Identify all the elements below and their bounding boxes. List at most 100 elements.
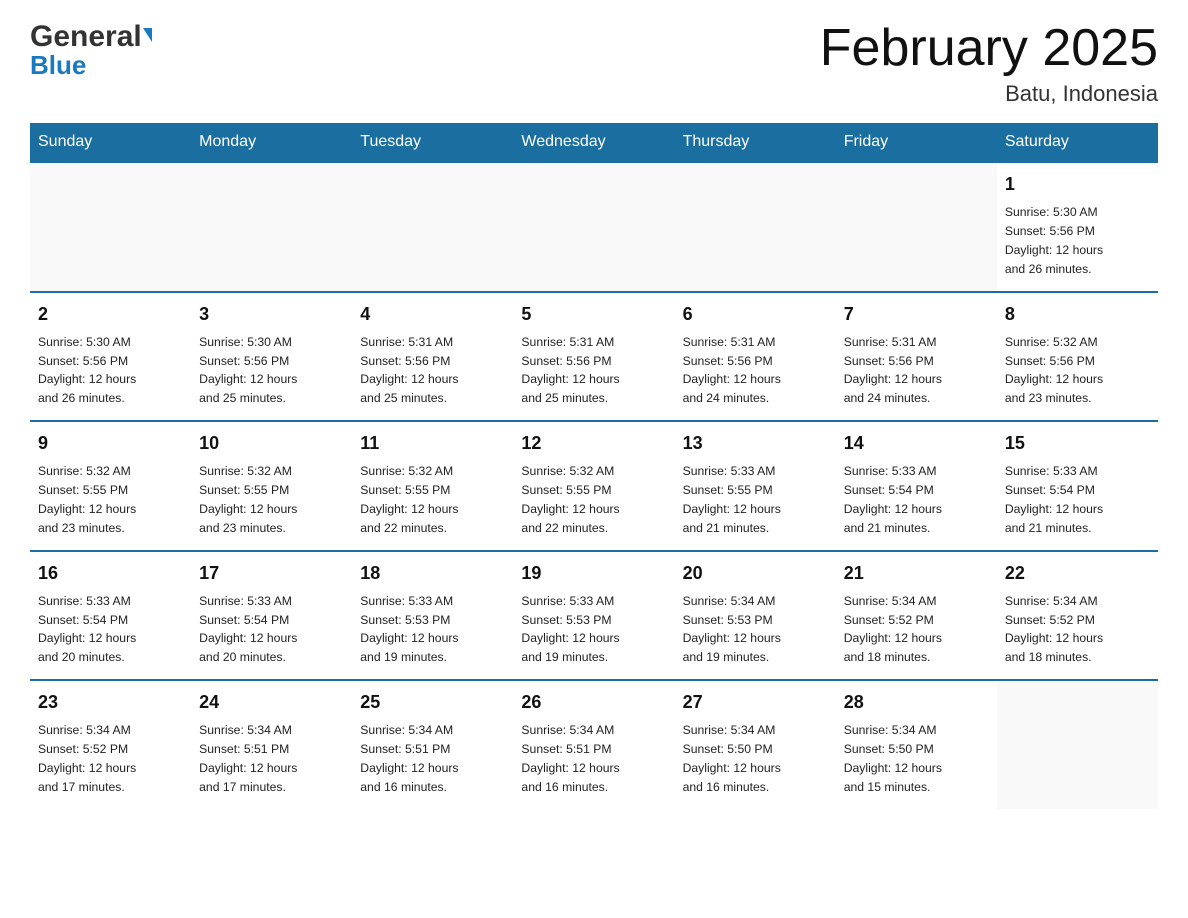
logo-blue-text: Blue <box>30 50 86 81</box>
day-number: 20 <box>683 560 828 588</box>
day-info: Sunrise: 5:34 AM Sunset: 5:52 PM Dayligh… <box>844 592 989 668</box>
calendar-cell: 7 Sunrise: 5:31 AM Sunset: 5:56 PM Daylig… <box>836 292 997 422</box>
calendar-cell: 20 Sunrise: 5:34 AM Sunset: 5:53 PM Dayli… <box>675 551 836 681</box>
calendar-cell: 24 Sunrise: 5:34 AM Sunset: 5:51 PM Dayli… <box>191 680 352 809</box>
day-number: 8 <box>1005 301 1150 329</box>
calendar-cell: 21 Sunrise: 5:34 AM Sunset: 5:52 PM Dayli… <box>836 551 997 681</box>
day-number: 17 <box>199 560 344 588</box>
day-info: Sunrise: 5:32 AM Sunset: 5:55 PM Dayligh… <box>38 462 183 538</box>
calendar-cell: 12 Sunrise: 5:32 AM Sunset: 5:55 PM Dayli… <box>513 421 674 551</box>
calendar-cell: 18Sunrise: 5:33 AM Sunset: 5:53 PM Dayli… <box>352 551 513 681</box>
day-number: 27 <box>683 689 828 717</box>
calendar-cell: 19Sunrise: 5:33 AM Sunset: 5:53 PM Dayli… <box>513 551 674 681</box>
calendar-cell: 16Sunrise: 5:33 AM Sunset: 5:54 PM Dayli… <box>30 551 191 681</box>
calendar-week-row: 1 Sunrise: 5:30 AM Sunset: 5:56 PM Daylig… <box>30 162 1158 292</box>
day-number: 28 <box>844 689 989 717</box>
calendar-week-row: 23 Sunrise: 5:34 AM Sunset: 5:52 PM Dayli… <box>30 680 1158 809</box>
day-info: Sunrise: 5:30 AM Sunset: 5:56 PM Dayligh… <box>199 333 344 409</box>
calendar-cell: 25 Sunrise: 5:34 AM Sunset: 5:51 PM Dayli… <box>352 680 513 809</box>
day-info: Sunrise: 5:33 AM Sunset: 5:54 PM Dayligh… <box>199 592 344 668</box>
day-info: Sunrise: 5:34 AM Sunset: 5:52 PM Dayligh… <box>38 721 183 797</box>
location-text: Batu, Indonesia <box>820 81 1158 107</box>
day-info: Sunrise: 5:30 AM Sunset: 5:56 PM Dayligh… <box>38 333 183 409</box>
day-info: Sunrise: 5:32 AM Sunset: 5:55 PM Dayligh… <box>521 462 666 538</box>
calendar-week-row: 9Sunrise: 5:32 AM Sunset: 5:55 PM Daylig… <box>30 421 1158 551</box>
calendar-cell <box>836 162 997 292</box>
calendar-cell <box>997 680 1158 809</box>
day-number: 21 <box>844 560 989 588</box>
day-info: Sunrise: 5:32 AM Sunset: 5:56 PM Dayligh… <box>1005 333 1150 409</box>
calendar-cell <box>30 162 191 292</box>
calendar-cell: 17 Sunrise: 5:33 AM Sunset: 5:54 PM Dayli… <box>191 551 352 681</box>
day-number: 15 <box>1005 430 1150 458</box>
day-info: Sunrise: 5:33 AM Sunset: 5:54 PM Dayligh… <box>844 462 989 538</box>
day-number: 22 <box>1005 560 1150 588</box>
calendar-cell: 5Sunrise: 5:31 AM Sunset: 5:56 PM Daylig… <box>513 292 674 422</box>
day-number: 7 <box>844 301 989 329</box>
day-number: 19 <box>521 560 666 588</box>
calendar-cell: 14 Sunrise: 5:33 AM Sunset: 5:54 PM Dayli… <box>836 421 997 551</box>
calendar-cell: 8 Sunrise: 5:32 AM Sunset: 5:56 PM Daylig… <box>997 292 1158 422</box>
day-info: Sunrise: 5:30 AM Sunset: 5:56 PM Dayligh… <box>1005 203 1150 279</box>
calendar-table: SundayMondayTuesdayWednesdayThursdayFrid… <box>30 123 1158 809</box>
day-info: Sunrise: 5:32 AM Sunset: 5:55 PM Dayligh… <box>360 462 505 538</box>
logo: General Blue <box>30 20 152 81</box>
weekday-header-saturday: Saturday <box>997 123 1158 162</box>
day-number: 10 <box>199 430 344 458</box>
day-info: Sunrise: 5:33 AM Sunset: 5:55 PM Dayligh… <box>683 462 828 538</box>
calendar-cell: 3 Sunrise: 5:30 AM Sunset: 5:56 PM Daylig… <box>191 292 352 422</box>
day-number: 2 <box>38 301 183 329</box>
day-info: Sunrise: 5:33 AM Sunset: 5:54 PM Dayligh… <box>1005 462 1150 538</box>
calendar-cell: 4 Sunrise: 5:31 AM Sunset: 5:56 PM Daylig… <box>352 292 513 422</box>
weekday-header-tuesday: Tuesday <box>352 123 513 162</box>
day-number: 12 <box>521 430 666 458</box>
calendar-cell: 9Sunrise: 5:32 AM Sunset: 5:55 PM Daylig… <box>30 421 191 551</box>
calendar-cell: 27 Sunrise: 5:34 AM Sunset: 5:50 PM Dayli… <box>675 680 836 809</box>
day-info: Sunrise: 5:31 AM Sunset: 5:56 PM Dayligh… <box>521 333 666 409</box>
calendar-cell: 2 Sunrise: 5:30 AM Sunset: 5:56 PM Daylig… <box>30 292 191 422</box>
day-info: Sunrise: 5:34 AM Sunset: 5:50 PM Dayligh… <box>844 721 989 797</box>
day-info: Sunrise: 5:31 AM Sunset: 5:56 PM Dayligh… <box>844 333 989 409</box>
day-info: Sunrise: 5:31 AM Sunset: 5:56 PM Dayligh… <box>360 333 505 409</box>
day-number: 11 <box>360 430 505 458</box>
page-header: General Blue February 2025 Batu, Indones… <box>30 20 1158 107</box>
calendar-cell <box>191 162 352 292</box>
day-info: Sunrise: 5:31 AM Sunset: 5:56 PM Dayligh… <box>683 333 828 409</box>
calendar-cell: 26 Sunrise: 5:34 AM Sunset: 5:51 PM Dayli… <box>513 680 674 809</box>
day-number: 26 <box>521 689 666 717</box>
month-title: February 2025 <box>820 20 1158 77</box>
calendar-cell: 1 Sunrise: 5:30 AM Sunset: 5:56 PM Daylig… <box>997 162 1158 292</box>
weekday-header-friday: Friday <box>836 123 997 162</box>
logo-arrow-icon <box>143 28 152 42</box>
day-number: 25 <box>360 689 505 717</box>
title-block: February 2025 Batu, Indonesia <box>820 20 1158 107</box>
day-number: 18 <box>360 560 505 588</box>
day-number: 24 <box>199 689 344 717</box>
calendar-cell: 6Sunrise: 5:31 AM Sunset: 5:56 PM Daylig… <box>675 292 836 422</box>
calendar-cell: 15 Sunrise: 5:33 AM Sunset: 5:54 PM Dayli… <box>997 421 1158 551</box>
weekday-header-sunday: Sunday <box>30 123 191 162</box>
weekday-header-row: SundayMondayTuesdayWednesdayThursdayFrid… <box>30 123 1158 162</box>
day-info: Sunrise: 5:34 AM Sunset: 5:51 PM Dayligh… <box>521 721 666 797</box>
logo-general-text: General <box>30 20 142 54</box>
day-info: Sunrise: 5:33 AM Sunset: 5:54 PM Dayligh… <box>38 592 183 668</box>
calendar-cell: 11 Sunrise: 5:32 AM Sunset: 5:55 PM Dayli… <box>352 421 513 551</box>
day-info: Sunrise: 5:34 AM Sunset: 5:50 PM Dayligh… <box>683 721 828 797</box>
day-info: Sunrise: 5:34 AM Sunset: 5:52 PM Dayligh… <box>1005 592 1150 668</box>
weekday-header-wednesday: Wednesday <box>513 123 674 162</box>
calendar-cell: 22 Sunrise: 5:34 AM Sunset: 5:52 PM Dayli… <box>997 551 1158 681</box>
calendar-cell: 28 Sunrise: 5:34 AM Sunset: 5:50 PM Dayli… <box>836 680 997 809</box>
calendar-cell: 13Sunrise: 5:33 AM Sunset: 5:55 PM Dayli… <box>675 421 836 551</box>
day-info: Sunrise: 5:34 AM Sunset: 5:51 PM Dayligh… <box>199 721 344 797</box>
calendar-cell: 10 Sunrise: 5:32 AM Sunset: 5:55 PM Dayli… <box>191 421 352 551</box>
day-number: 14 <box>844 430 989 458</box>
calendar-cell: 23 Sunrise: 5:34 AM Sunset: 5:52 PM Dayli… <box>30 680 191 809</box>
day-info: Sunrise: 5:32 AM Sunset: 5:55 PM Dayligh… <box>199 462 344 538</box>
day-info: Sunrise: 5:34 AM Sunset: 5:51 PM Dayligh… <box>360 721 505 797</box>
day-info: Sunrise: 5:34 AM Sunset: 5:53 PM Dayligh… <box>683 592 828 668</box>
day-number: 23 <box>38 689 183 717</box>
day-number: 1 <box>1005 171 1150 199</box>
day-number: 3 <box>199 301 344 329</box>
calendar-cell <box>675 162 836 292</box>
day-number: 4 <box>360 301 505 329</box>
